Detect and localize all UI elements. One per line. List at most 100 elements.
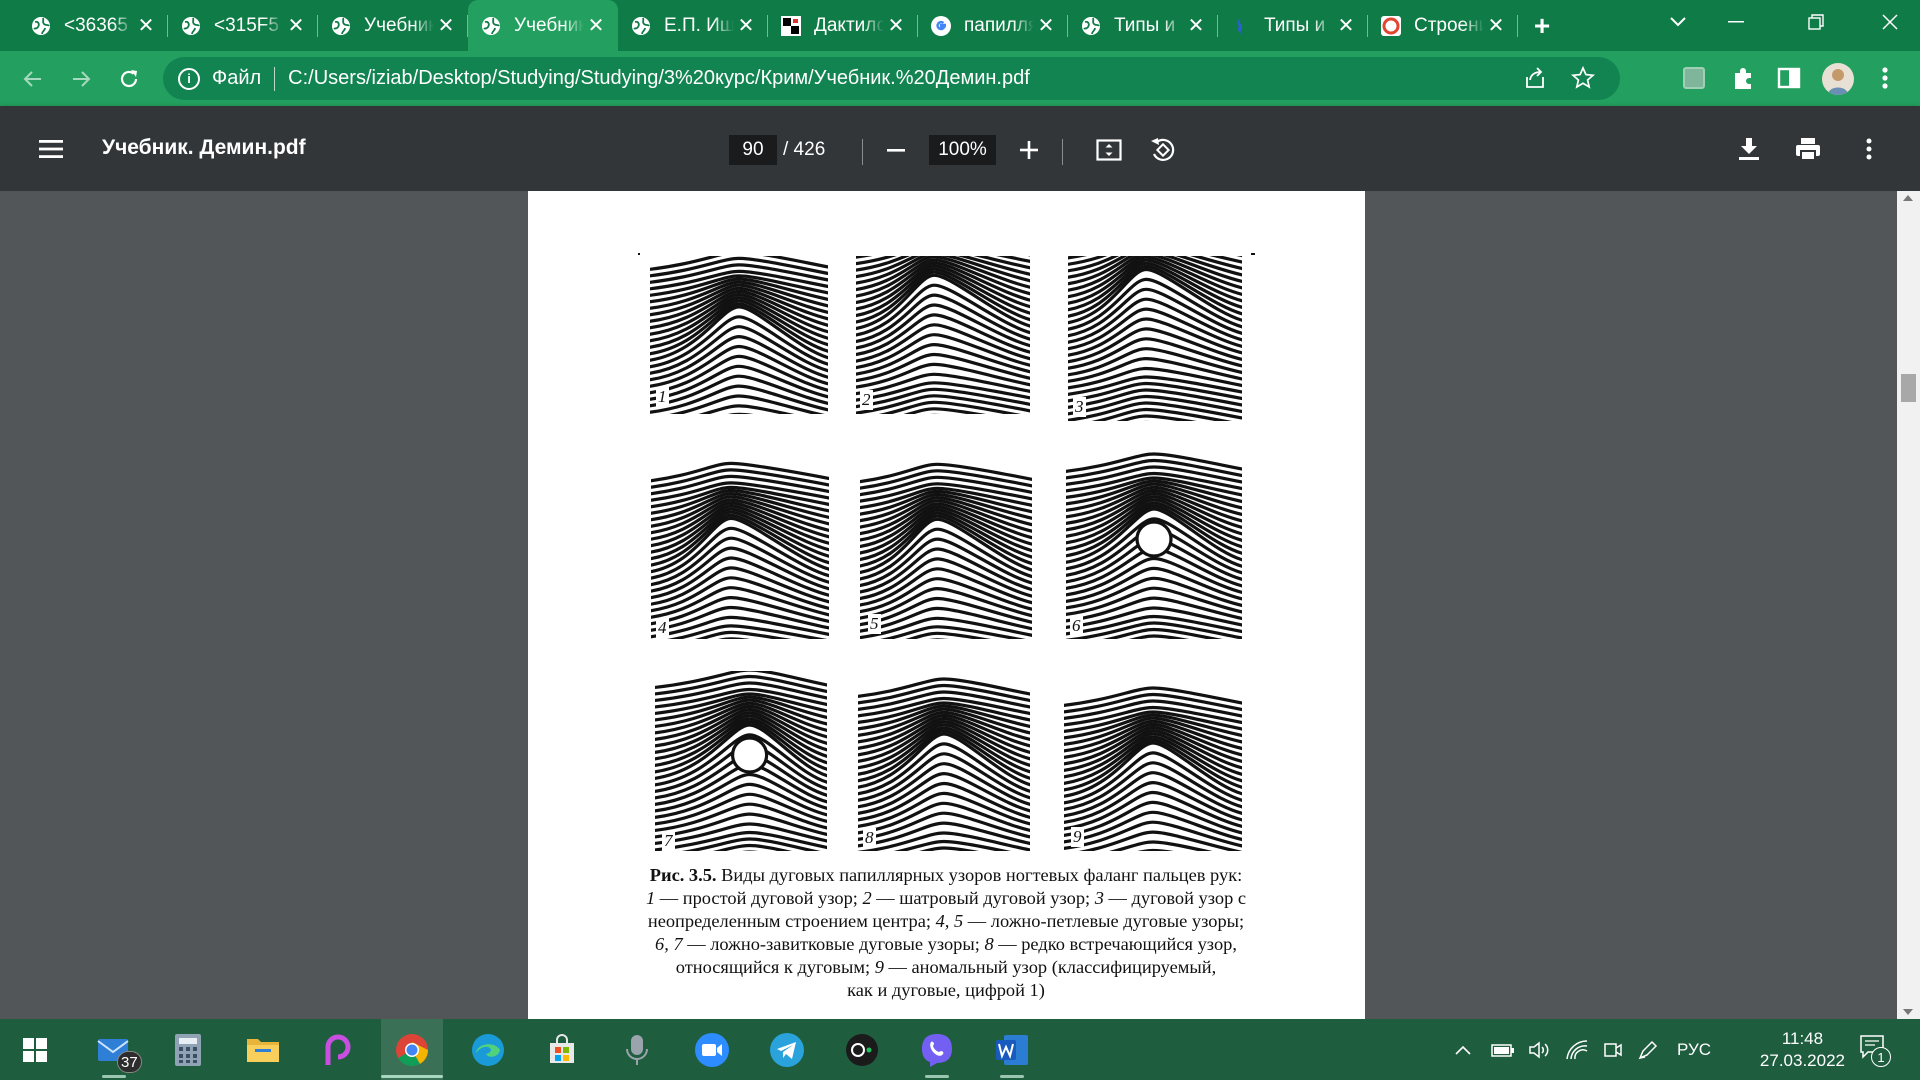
caption-prefix: Рис. 3.5. <box>649 865 717 885</box>
obs-icon <box>846 1033 878 1066</box>
start-button[interactable] <box>4 1019 66 1080</box>
folder-icon <box>247 1038 279 1062</box>
pen-icon[interactable] <box>1637 1039 1659 1061</box>
extension-icon[interactable] <box>1683 67 1705 89</box>
caption-line-6: как и дуговые, цифрой 1) <box>610 979 1282 1002</box>
fingerprint-image <box>1066 451 1242 639</box>
battery-icon[interactable] <box>1491 1042 1515 1058</box>
tab-close-icon[interactable]: ✕ <box>884 14 908 38</box>
side-panel-icon[interactable] <box>1777 66 1801 95</box>
volume-icon[interactable] <box>1528 1040 1552 1060</box>
browser-menu-icon[interactable] <box>1882 66 1888 95</box>
tab-search-button[interactable] <box>1648 0 1708 44</box>
tab-close-icon[interactable]: ✕ <box>434 14 458 38</box>
print-button[interactable] <box>1788 129 1828 169</box>
clock-date: 27.03.2022 <box>1759 1051 1845 1070</box>
scroll-down-icon[interactable] <box>1903 1009 1913 1015</box>
bookmark-star-icon[interactable] <box>1570 65 1596 96</box>
mail-app[interactable]: 37 <box>83 1019 145 1080</box>
browser-tab[interactable]: <315F5 ✕ <box>168 0 318 51</box>
share-icon[interactable] <box>1523 67 1547 95</box>
info-icon[interactable]: i <box>178 67 200 90</box>
browser-tab[interactable]: Е.П. Ищенко✕ <box>618 0 768 51</box>
browser-tab[interactable]: Строение✕ <box>1368 0 1518 51</box>
browser-tab[interactable]: Учебник ✕ <box>468 0 618 51</box>
figure-caption: Рис. 3.5. Виды дуговых папиллярных узоро… <box>610 864 1282 1002</box>
chrome-app[interactable] <box>381 1019 443 1080</box>
tab-close-icon[interactable]: ✕ <box>1484 14 1508 38</box>
scheme-label: Файл <box>212 67 262 89</box>
tab-close-icon[interactable]: ✕ <box>284 14 308 38</box>
file-explorer-app[interactable] <box>232 1019 294 1080</box>
viber-icon <box>922 1033 952 1067</box>
tab-close-icon[interactable]: ✕ <box>1034 14 1058 38</box>
word-app[interactable] <box>981 1019 1043 1080</box>
tab-close-icon[interactable]: ✕ <box>1334 14 1358 38</box>
zoom-out-button[interactable] <box>876 130 916 170</box>
tab-close-icon[interactable]: ✕ <box>734 14 758 38</box>
telegram-app[interactable] <box>756 1019 818 1080</box>
address-bar[interactable]: i Файл C:/Users/iziab/Desktop/Studying/S… <box>163 57 1620 100</box>
fingerprint-image <box>860 453 1032 639</box>
close-window-button[interactable] <box>1860 0 1920 44</box>
restore-button[interactable] <box>1786 0 1846 44</box>
more-actions-icon[interactable] <box>1849 129 1889 169</box>
tab-close-icon[interactable]: ✕ <box>584 14 608 38</box>
arrow-left-icon <box>23 71 41 87</box>
fit-to-page-button[interactable] <box>1089 130 1129 170</box>
browser-tab[interactable]: Учебник ✕ <box>318 0 468 51</box>
language-indicator[interactable]: РУС <box>1677 1040 1711 1060</box>
tab-close-icon[interactable]: ✕ <box>1184 14 1208 38</box>
store-app[interactable] <box>531 1019 593 1080</box>
caption-text: как и дуговые, цифрой 1) <box>847 980 1045 1000</box>
meet-now-icon[interactable] <box>1602 1039 1624 1061</box>
caption-line-5: относящийся к дуговым; 9 — аномальный уз… <box>610 956 1282 979</box>
pdf-viewer[interactable]: Рис. 3.5. Виды дуговых папиллярных узоро… <box>0 191 1920 1019</box>
back-button[interactable] <box>13 59 53 99</box>
scroll-up-icon[interactable] <box>1903 195 1913 201</box>
notifications-button[interactable]: 1 <box>1859 1033 1891 1067</box>
zoom-app[interactable] <box>681 1019 743 1080</box>
vertical-scrollbar[interactable] <box>1897 191 1920 1019</box>
calculator-app[interactable] <box>157 1019 219 1080</box>
picsart-app[interactable] <box>306 1019 368 1080</box>
clock[interactable]: 11:48 27.03.2022 <box>1760 1028 1845 1072</box>
puzzle-extensions-icon[interactable] <box>1731 65 1757 96</box>
zoom-in-button[interactable] <box>1009 130 1049 170</box>
fingerprint-image <box>655 671 827 851</box>
page-number-input[interactable]: 90 <box>729 135 777 165</box>
obs-app[interactable] <box>831 1019 893 1080</box>
fingerprint-image <box>1068 256 1242 421</box>
tab-title: Типы и <box>1264 14 1326 36</box>
rotate-button[interactable] <box>1143 130 1183 170</box>
download-button[interactable] <box>1729 129 1769 169</box>
tab-close-icon[interactable]: ✕ <box>134 14 158 38</box>
fingerprint-label: 9 <box>1071 827 1084 847</box>
tab-title: Строение <box>1414 14 1484 36</box>
chevron-up-icon[interactable] <box>1455 1045 1471 1055</box>
globe-icon <box>630 15 652 37</box>
zoom-level-input[interactable]: 100% <box>929 135 996 165</box>
system-tray: РУС <box>1455 1019 1721 1080</box>
edge-app[interactable] <box>457 1019 519 1080</box>
minimize-button[interactable] <box>1706 0 1766 44</box>
hamburger-menu-icon[interactable] <box>31 129 71 169</box>
browser-tab[interactable]: <36365 ✕ <box>18 0 168 51</box>
viber-app[interactable] <box>906 1019 968 1080</box>
url-text[interactable]: C:/Users/iziab/Desktop/Studying/Studying… <box>288 67 1030 90</box>
reload-button[interactable] <box>109 59 149 99</box>
recorder-app[interactable] <box>606 1019 668 1080</box>
new-tab-button[interactable]: + <box>1518 0 1566 51</box>
page-mark <box>638 253 640 255</box>
scrollbar-thumb[interactable] <box>1901 374 1916 402</box>
globe-icon <box>1080 15 1102 37</box>
rotate-icon <box>1151 138 1175 161</box>
forward-button[interactable] <box>61 59 101 99</box>
profile-avatar[interactable] <box>1822 63 1854 95</box>
browser-tab[interactable]: папиллярные✕ <box>918 0 1068 51</box>
browser-tab[interactable]: Дактилоскопия✕ <box>768 0 918 51</box>
browser-tab[interactable]: Типы и ✕ <box>1218 0 1368 51</box>
microphone-icon <box>626 1034 648 1065</box>
browser-tab[interactable]: Типы и ✕ <box>1068 0 1218 51</box>
wifi-icon[interactable] <box>1565 1039 1589 1060</box>
